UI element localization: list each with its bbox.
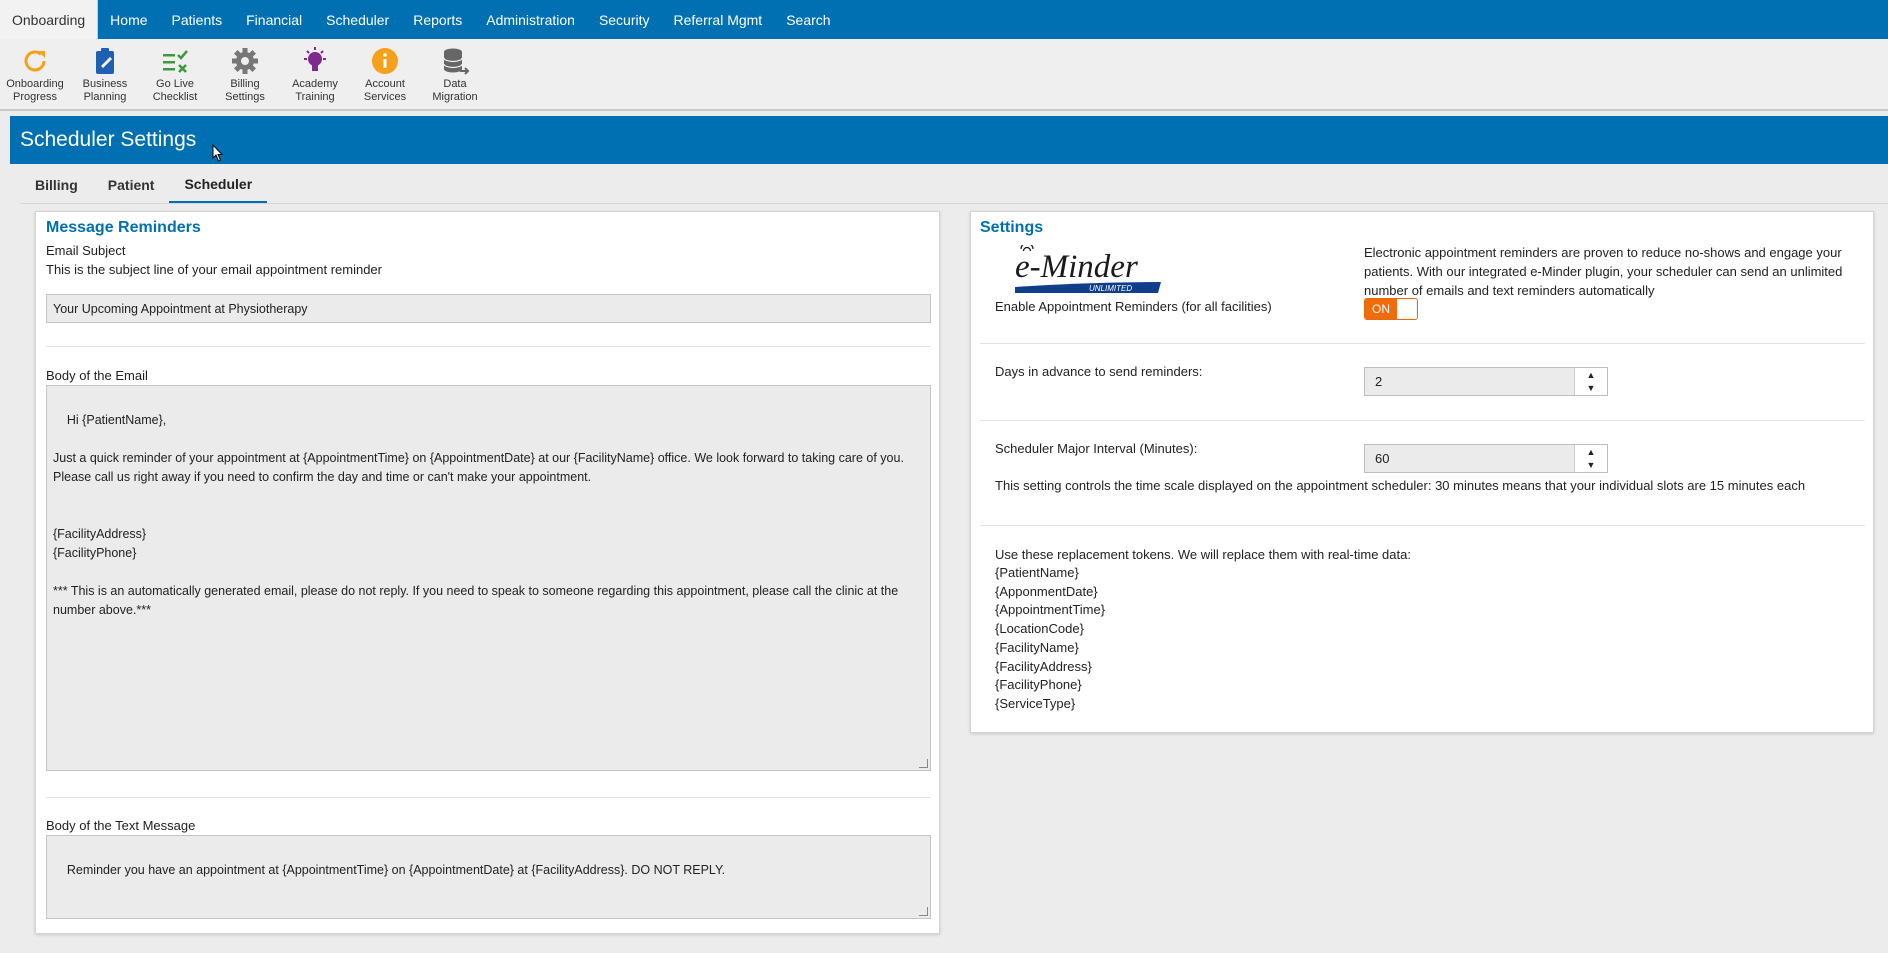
checklist-icon (163, 50, 188, 73)
divider (980, 420, 1865, 421)
reminder-description: Electronic appointment reminders are pro… (1364, 245, 1843, 298)
decrement-icon[interactable]: ▼ (1575, 382, 1607, 396)
tool-label: Academy Training (292, 78, 338, 103)
spinner-buttons: ▲ ▼ (1574, 445, 1607, 472)
divider (980, 525, 1865, 526)
email-body-text: Hi {PatientName}, Just a quick reminder … (53, 413, 904, 617)
list-item: {ServiceType} (995, 695, 1076, 711)
nav-onboarding[interactable]: Onboarding (0, 0, 99, 39)
enable-reminders-label: Enable Appointment Reminders (for all fa… (995, 299, 1272, 314)
tool-data-migration[interactable]: Data Migration (420, 39, 490, 109)
nav-home[interactable]: Home (98, 0, 159, 39)
text-body-textarea[interactable]: Reminder you have an appointment at {App… (46, 835, 931, 919)
divider (46, 797, 931, 798)
logo-text: e-Minder (1015, 249, 1138, 285)
mouse-cursor-icon (212, 144, 224, 162)
refresh-icon (24, 50, 46, 72)
tool-business-planning[interactable]: Business Planning (70, 39, 140, 109)
list-item: {FacilityPhone} (995, 677, 1082, 693)
tab-scheduler[interactable]: Scheduler (169, 166, 268, 203)
page-title: Scheduler Settings (10, 116, 1888, 164)
tab-billing[interactable]: Billing (20, 166, 93, 203)
scheduler-interval-input[interactable]: 60 ▲ ▼ (1364, 444, 1608, 473)
nav-financial[interactable]: Financial (234, 0, 314, 39)
tool-billing-settings[interactable]: Billing Settings (210, 39, 280, 109)
spinner-buttons: ▲ ▼ (1574, 368, 1607, 395)
increment-icon[interactable]: ▲ (1575, 445, 1607, 459)
lightbulb-icon (304, 47, 326, 71)
nav-scheduler[interactable]: Scheduler (314, 0, 401, 39)
scheduler-interval-value: 60 (1375, 451, 1390, 466)
resize-handle[interactable] (919, 759, 928, 768)
tool-academy-training[interactable]: Academy Training (280, 39, 350, 109)
clipboard-icon (96, 48, 114, 74)
decrement-icon[interactable]: ▼ (1575, 459, 1607, 473)
tool-label: Go Live Checklist (152, 78, 198, 103)
toggle-knob (1398, 300, 1416, 318)
gear-icon (232, 48, 258, 74)
database-icon (443, 48, 470, 75)
token-list: {PatientName} {ApponmentDate} {Appointme… (995, 564, 1105, 714)
list-item: {LocationCode} (995, 621, 1084, 637)
tool-label: Onboarding Progress (6, 78, 64, 103)
nav-security[interactable]: Security (587, 0, 662, 39)
days-advance-input[interactable]: 2 ▲ ▼ (1364, 367, 1608, 396)
eminder-logo: e-Minder UNLIMITED (1015, 245, 1161, 293)
increment-icon[interactable]: ▲ (1575, 368, 1607, 382)
tool-label: Account Services (363, 78, 407, 103)
email-subject-help: This is the subject line of your email a… (46, 262, 382, 277)
settings-tabs: Billing Patient Scheduler (20, 166, 1888, 204)
nav-referral-mgmt[interactable]: Referral Mgmt (662, 0, 775, 39)
tokens-intro: Use these replacement tokens. We will re… (995, 547, 1411, 562)
tool-label: Business Planning (82, 78, 128, 103)
tool-go-live-checklist[interactable]: Go Live Checklist (140, 39, 210, 109)
text-body-text: Reminder you have an appointment at {App… (66, 863, 726, 877)
resize-handle[interactable] (919, 907, 928, 916)
message-reminders-panel: Message Reminders Email Subject This is … (35, 211, 940, 934)
settings-panel: Settings e-Minder UNLIMITED Enable Appoi… (970, 211, 1874, 733)
days-advance-label: Days in advance to send reminders: (995, 364, 1203, 379)
nav-reports[interactable]: Reports (401, 0, 474, 39)
list-item: {FacilityName} (995, 639, 1079, 655)
email-subject-input[interactable]: Your Upcoming Appointment at Physiothera… (46, 294, 931, 323)
tool-onboarding-progress[interactable]: Onboarding Progress (0, 39, 70, 109)
divider (980, 343, 1865, 344)
panel-title: Settings (980, 219, 1044, 236)
list-item: {ApponmentDate} (995, 583, 1098, 599)
toggle-on-label: ON (1365, 299, 1397, 319)
nav-administration[interactable]: Administration (474, 0, 587, 39)
divider (46, 346, 931, 347)
email-body-textarea[interactable]: Hi {PatientName}, Just a quick reminder … (46, 385, 931, 771)
list-item: {FacilityAddress} (995, 658, 1092, 674)
list-item: {AppointmentTime} (995, 602, 1106, 618)
email-subject-label: Email Subject (46, 243, 126, 258)
top-nav: Onboarding Home Patients Financial Sched… (0, 0, 1888, 39)
scheduler-interval-label: Scheduler Major Interval (Minutes): (995, 441, 1198, 456)
tab-patient[interactable]: Patient (93, 166, 170, 203)
panel-title: Message Reminders (46, 219, 201, 236)
nav-patients[interactable]: Patients (160, 0, 235, 39)
tool-account-services[interactable]: Account Services (350, 39, 420, 109)
info-icon (372, 48, 398, 74)
nav-search[interactable]: Search (774, 0, 842, 39)
email-body-label: Body of the Email (46, 368, 148, 383)
tool-label: Data Migration (432, 78, 478, 103)
list-item: {PatientName} (995, 565, 1079, 580)
text-body-label: Body of the Text Message (46, 818, 196, 833)
days-advance-value: 2 (1375, 374, 1383, 389)
enable-reminders-toggle[interactable]: ON (1364, 298, 1418, 320)
tool-label: Billing Settings (225, 78, 265, 103)
scheduler-interval-help: This setting controls the time scale dis… (995, 478, 1806, 493)
logo-subtext: UNLIMITED (1089, 284, 1132, 293)
toolbar: Onboarding Progress Business Planning Go… (0, 39, 1888, 111)
